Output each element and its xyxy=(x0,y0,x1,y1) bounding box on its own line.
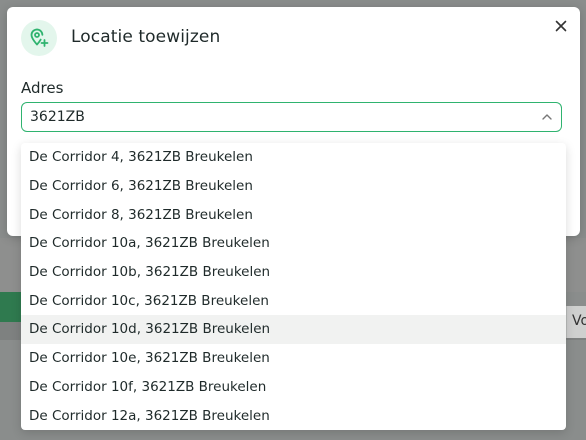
address-option[interactable]: De Corridor 12a, 3621ZB Breukelen xyxy=(21,401,566,430)
background-green-bar xyxy=(0,292,22,322)
address-input[interactable] xyxy=(30,107,520,127)
address-select[interactable] xyxy=(21,102,562,132)
address-option[interactable]: De Corridor 10d, 3621ZB Breukelen xyxy=(21,315,566,344)
address-option[interactable]: De Corridor 10e, 3621ZB Breukelen xyxy=(21,344,566,373)
address-option[interactable]: De Corridor 4, 3621ZB Breukelen xyxy=(21,143,566,172)
address-option[interactable]: De Corridor 10c, 3621ZB Breukelen xyxy=(21,286,566,315)
address-option[interactable]: De Corridor 10b, 3621ZB Breukelen xyxy=(21,258,566,287)
location-pin-plus-icon xyxy=(21,20,57,56)
address-option[interactable]: De Corridor 10a, 3621ZB Breukelen xyxy=(21,229,566,258)
address-options-list: De Corridor 4, 3621ZB Breukelen De Corri… xyxy=(21,143,566,430)
address-option[interactable]: De Corridor 10f, 3621ZB Breukelen xyxy=(21,373,566,402)
address-option[interactable]: De Corridor 8, 3621ZB Breukelen xyxy=(21,200,566,229)
close-button[interactable] xyxy=(551,16,571,36)
address-option[interactable]: De Corridor 6, 3621ZB Breukelen xyxy=(21,172,566,201)
close-icon xyxy=(555,20,567,32)
modal-title: Locatie toewijzen xyxy=(71,27,221,47)
chevron-up-icon[interactable] xyxy=(540,110,554,124)
address-field-label: Adres xyxy=(21,79,64,97)
background-partial-text: Vo xyxy=(572,313,586,329)
